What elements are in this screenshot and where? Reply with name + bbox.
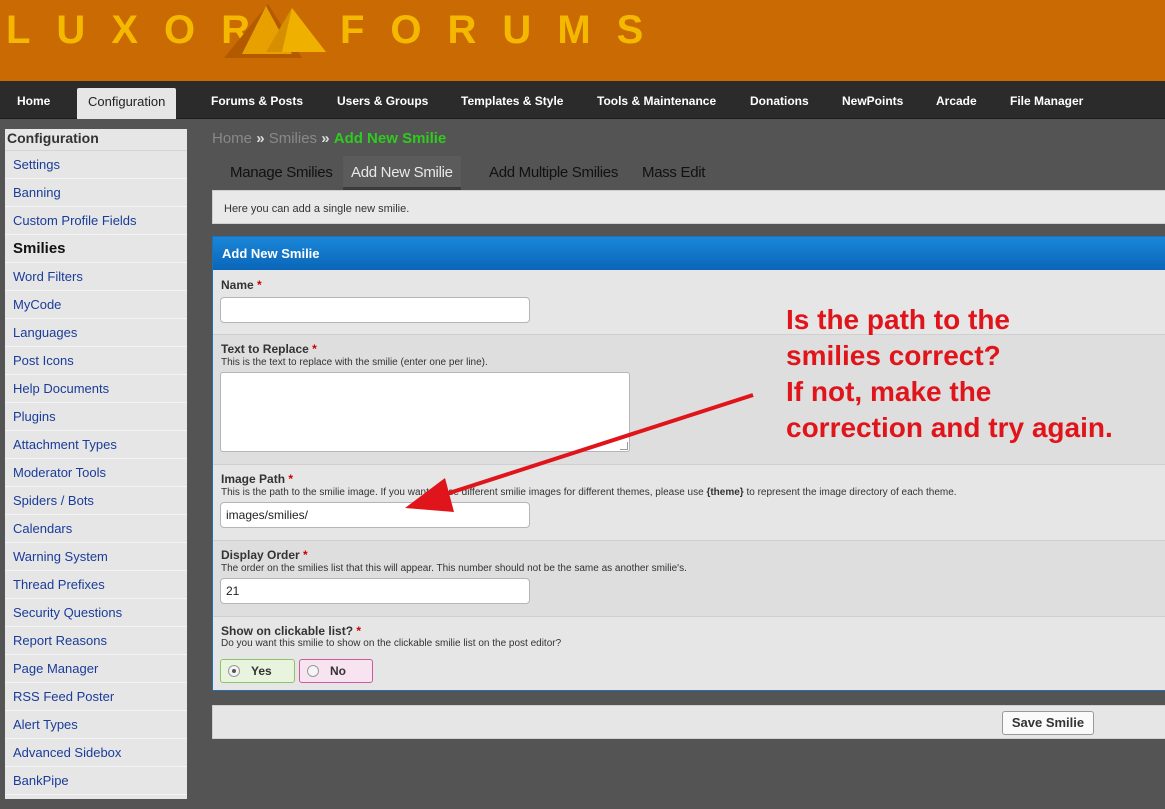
radio-no[interactable]: No [299, 659, 373, 683]
sidebar-item-word-filters[interactable]: Word Filters [5, 263, 187, 291]
nav-tab-file-manager[interactable]: File Manager [1010, 81, 1083, 119]
sidebar-item-rss-feed-poster[interactable]: RSS Feed Poster [5, 683, 187, 711]
sidebar-item-security-questions[interactable]: Security Questions [5, 599, 187, 627]
form-title: Add New Smilie [213, 237, 1165, 270]
breadcrumb-separator: » [321, 130, 330, 147]
intro-text: Here you can add a single new smilie. [212, 190, 1165, 224]
pyramid-logo-icon [224, 4, 326, 58]
sidebar-item-smilies[interactable]: Smilies [5, 235, 187, 263]
radio-yes-label: Yes [251, 664, 272, 678]
sidebar-item-moderator-tools[interactable]: Moderator Tools [5, 459, 187, 487]
sidebar-item-thread-prefixes[interactable]: Thread Prefixes [5, 571, 187, 599]
sidebar-item-report-reasons[interactable]: Report Reasons [5, 627, 187, 655]
breadcrumb-home[interactable]: Home [212, 130, 252, 147]
sidebar-item-spiders-bots[interactable]: Spiders / Bots [5, 487, 187, 515]
nav-tab-tools-maintenance[interactable]: Tools & Maintenance [597, 81, 716, 119]
sidebar-item-attachment-types[interactable]: Attachment Types [5, 431, 187, 459]
display-order-label: Display Order * [221, 548, 308, 562]
sidebar-item-warning-system[interactable]: Warning System [5, 543, 187, 571]
radio-unchecked-icon [307, 665, 319, 677]
annotation-line: Is the path to the [786, 304, 1010, 335]
sidebar-item-languages[interactable]: Languages [5, 319, 187, 347]
breadcrumb-separator: » [256, 130, 265, 147]
nav-tab-configuration[interactable]: Configuration [77, 88, 177, 119]
sidebar-item-bankpipe[interactable]: BankPipe [5, 767, 187, 795]
show-clickable-row: Show on clickable list? * Do you want th… [213, 617, 1165, 691]
image-path-row: Image Path * This is the path to the smi… [213, 465, 1165, 541]
tab-mass-edit[interactable]: Mass Edit [642, 156, 705, 190]
annotation-line: smilies correct? [786, 340, 1001, 371]
nav-tab-templates-style[interactable]: Templates & Style [461, 81, 563, 119]
nav-tab-users-groups[interactable]: Users & Groups [337, 81, 428, 119]
nav-tab-home[interactable]: Home [17, 81, 50, 119]
image-path-description: This is the path to the smilie image. If… [221, 487, 957, 498]
annotation-callout: Is the path to the smilies correct? If n… [786, 302, 1113, 446]
sidebar: Configuration Settings Banning Custom Pr… [5, 129, 187, 799]
sub-tabs: Manage Smilies Add New Smilie Add Multip… [212, 156, 1165, 190]
annotation-line: If not, make the [786, 376, 992, 407]
sidebar-item-settings[interactable]: Settings [5, 151, 187, 179]
nav-tab-forums-posts[interactable]: Forums & Posts [211, 81, 303, 119]
sidebar-item-page-manager[interactable]: Page Manager [5, 655, 187, 683]
nav-tab-donations[interactable]: Donations [750, 81, 809, 119]
name-label: Name * [221, 278, 262, 292]
sidebar-item-help-documents[interactable]: Help Documents [5, 375, 187, 403]
radio-yes[interactable]: Yes [220, 659, 295, 683]
breadcrumb-smilies[interactable]: Smilies [269, 130, 317, 147]
save-smilie-button[interactable]: Save Smilie [1002, 711, 1094, 735]
sidebar-item-mycode[interactable]: MyCode [5, 291, 187, 319]
sidebar-item-banning[interactable]: Banning [5, 179, 187, 207]
text-to-replace-textarea[interactable] [220, 372, 630, 452]
breadcrumb: Home » Smilies » Add New Smilie [212, 130, 446, 147]
breadcrumb-current: Add New Smilie [333, 130, 447, 147]
tab-add-multiple-smilies[interactable]: Add Multiple Smilies [489, 156, 618, 190]
image-path-label: Image Path * [221, 472, 294, 486]
tab-manage-smilies[interactable]: Manage Smilies [230, 156, 333, 190]
tab-add-new-smilie[interactable]: Add New Smilie [343, 156, 461, 190]
sidebar-item-alert-types[interactable]: Alert Types [5, 711, 187, 739]
top-navigation: Home Configuration Forums & Posts Users … [0, 81, 1165, 119]
radio-no-label: No [330, 664, 346, 678]
text-to-replace-description: This is the text to replace with the smi… [221, 357, 488, 368]
sidebar-title: Configuration [5, 129, 187, 151]
sidebar-item-advanced-sidebox[interactable]: Advanced Sidebox [5, 739, 187, 767]
logo-text-right: FORUMS [340, 8, 670, 52]
form-actions: Save Smilie [212, 705, 1165, 739]
annotation-line: correction and try again. [786, 412, 1113, 443]
radio-checked-icon [228, 665, 240, 677]
sidebar-item-custom-profile-fields[interactable]: Custom Profile Fields [5, 207, 187, 235]
image-path-input[interactable]: images/smilies/ [220, 502, 530, 528]
sidebar-item-plugins[interactable]: Plugins [5, 403, 187, 431]
text-to-replace-label: Text to Replace * [221, 342, 317, 356]
nav-tab-newpoints[interactable]: NewPoints [842, 81, 903, 119]
site-header: LUXOR FORUMS [0, 0, 1165, 81]
display-order-row: Display Order * The order on the smilies… [213, 541, 1165, 617]
sidebar-item-calendars[interactable]: Calendars [5, 515, 187, 543]
nav-tab-arcade[interactable]: Arcade [936, 81, 977, 119]
display-order-description: The order on the smilies list that this … [221, 563, 687, 574]
display-order-input[interactable]: 21 [220, 578, 530, 604]
show-clickable-label: Show on clickable list? * [221, 624, 362, 638]
show-clickable-description: Do you want this smilie to show on the c… [221, 638, 562, 649]
sidebar-item-post-icons[interactable]: Post Icons [5, 347, 187, 375]
name-input[interactable] [220, 297, 530, 323]
